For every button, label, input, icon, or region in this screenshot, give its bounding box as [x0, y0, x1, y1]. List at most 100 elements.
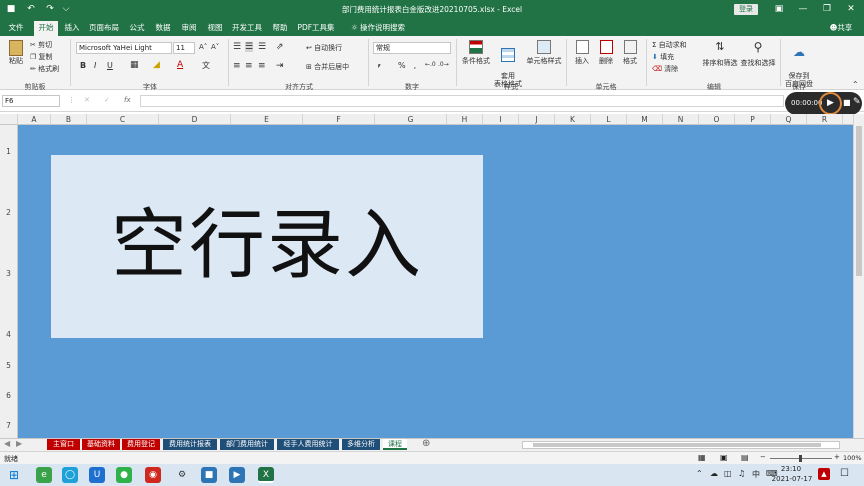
network-icon[interactable]: ◫: [724, 469, 732, 478]
cancel-icon[interactable]: ✕: [84, 96, 90, 104]
ime-indicator[interactable]: 中: [752, 469, 760, 480]
hscroll-thumb[interactable]: [533, 443, 821, 447]
tab-help[interactable]: 帮助: [268, 21, 292, 36]
play-icon[interactable]: ▶: [819, 92, 842, 115]
orientation-icon[interactable]: ⇗: [276, 42, 284, 52]
scroll-thumb[interactable]: [856, 126, 862, 276]
close-button[interactable]: ✕: [838, 0, 864, 19]
select-all-corner[interactable]: [0, 114, 18, 125]
pen-icon[interactable]: ✎: [853, 97, 861, 107]
row-header[interactable]: 7: [0, 421, 17, 430]
underline-button[interactable]: U: [107, 61, 113, 70]
volume-icon[interactable]: ♫: [738, 469, 745, 478]
name-box[interactable]: F6: [2, 95, 60, 107]
increase-decimal-icon[interactable]: ←.0: [425, 61, 436, 68]
column-header[interactable]: R: [807, 114, 843, 125]
tab-insert[interactable]: 插入: [60, 21, 84, 36]
tab-review[interactable]: 审阅: [177, 21, 201, 36]
insert-cells-button[interactable]: 插入: [572, 40, 592, 66]
row-header[interactable]: 2: [0, 208, 17, 217]
row-header[interactable]: 4: [0, 330, 17, 339]
page-break-view-icon[interactable]: ▤: [741, 453, 749, 462]
font-name-select[interactable]: Microsoft YaHei Light: [76, 42, 172, 54]
wechat-icon[interactable]: ●: [116, 467, 132, 483]
formula-input[interactable]: [140, 95, 784, 107]
clear-button[interactable]: ⌫ 清除: [652, 64, 678, 74]
align-middle-icon[interactable]: ☰: [245, 42, 254, 52]
bold-button[interactable]: B: [80, 61, 86, 70]
ribbon-display-icon[interactable]: ▣: [766, 0, 792, 19]
clock-time[interactable]: 23:10: [776, 465, 806, 473]
tab-data[interactable]: 数据: [151, 21, 175, 36]
column-header[interactable]: F: [303, 114, 375, 125]
login-button[interactable]: 登录: [734, 4, 758, 15]
minimize-button[interactable]: —: [790, 0, 816, 19]
search-box[interactable]: ☼ 操作说明搜索: [348, 21, 408, 36]
notification-app-icon[interactable]: ▲: [818, 468, 830, 480]
collapse-ribbon-icon[interactable]: ⌃: [852, 80, 859, 89]
tab-file[interactable]: 文件: [4, 21, 28, 36]
tab-developer[interactable]: 开发工具: [229, 21, 265, 36]
column-header[interactable]: N: [663, 114, 699, 125]
zoom-in-button[interactable]: +: [834, 453, 840, 461]
tab-home[interactable]: 开始: [34, 21, 58, 36]
align-right-icon[interactable]: ≡: [258, 61, 266, 71]
merge-center-button[interactable]: ⊞ 合并后居中: [306, 62, 349, 72]
sheet-tab-course[interactable]: 课程: [383, 439, 407, 450]
column-header[interactable]: J: [519, 114, 555, 125]
row-header[interactable]: 3: [0, 269, 17, 278]
zoom-thumb[interactable]: [799, 455, 802, 462]
normal-view-icon[interactable]: ▦: [698, 453, 706, 462]
tray-chevron-icon[interactable]: ⌃: [696, 469, 703, 478]
browser-icon[interactable]: ◯: [62, 467, 78, 483]
next-sheet-icon[interactable]: ▶: [16, 439, 22, 448]
prev-sheet-icon[interactable]: ◀: [4, 439, 10, 448]
conditional-format-button[interactable]: 条件格式: [461, 40, 491, 66]
sheet-tab-report[interactable]: 费用统计报表: [163, 439, 217, 450]
tab-pdf-tools[interactable]: PDF工具集: [294, 21, 338, 36]
font-size-select[interactable]: 11: [173, 42, 195, 54]
edge-icon[interactable]: e: [36, 467, 52, 483]
zoom-out-button[interactable]: −: [760, 453, 766, 461]
align-center-icon[interactable]: ≡: [245, 61, 253, 71]
maximize-button[interactable]: ❐: [814, 0, 840, 19]
sheet-tab-register[interactable]: 费用登记: [122, 439, 160, 450]
phonetic-icon[interactable]: 文: [202, 60, 210, 71]
copy-button[interactable]: ❐ 复制: [30, 52, 53, 62]
clock-date[interactable]: 2021-07-17: [770, 475, 814, 483]
sheet-tab-main[interactable]: 主窗口: [47, 439, 80, 450]
currency-icon[interactable]: ⎖: [376, 61, 382, 71]
sheet-tab-basic[interactable]: 基础资料: [82, 439, 120, 450]
cloud-tray-icon[interactable]: ☁: [710, 469, 718, 478]
column-header[interactable]: G: [375, 114, 447, 125]
row-header[interactable]: 6: [0, 391, 17, 400]
app-u-icon[interactable]: U: [89, 467, 105, 483]
format-cells-button[interactable]: 格式: [620, 40, 640, 66]
horizontal-scrollbar[interactable]: [522, 441, 840, 449]
tab-formulas[interactable]: 公式: [125, 21, 149, 36]
share-button[interactable]: ☻共享: [826, 21, 856, 36]
sort-filter-button[interactable]: ⇅ 排序和筛选: [702, 40, 738, 68]
tab-page-layout[interactable]: 页面布局: [86, 21, 122, 36]
column-header[interactable]: M: [627, 114, 663, 125]
align-left-icon[interactable]: ≡: [233, 61, 241, 71]
sheet-tab-handler[interactable]: 经手人费用统计: [277, 439, 339, 450]
column-header[interactable]: C: [87, 114, 159, 125]
delete-cells-button[interactable]: 删除: [596, 40, 616, 66]
paste-button[interactable]: 粘贴: [6, 40, 26, 66]
column-header[interactable]: H: [447, 114, 483, 125]
italic-button[interactable]: I: [94, 61, 96, 70]
grow-font-button[interactable]: A˄: [199, 43, 207, 51]
netease-icon[interactable]: ◉: [145, 467, 161, 483]
comma-button[interactable]: ,: [412, 61, 418, 70]
cell-styles-button[interactable]: 单元格样式: [526, 40, 562, 66]
column-header[interactable]: Q: [771, 114, 807, 125]
indent-icon[interactable]: ⇥: [276, 61, 284, 71]
sheet-tab-dept[interactable]: 部门费用统计: [220, 439, 274, 450]
decrease-decimal-icon[interactable]: .0→: [438, 61, 449, 68]
confirm-icon[interactable]: ✓: [104, 96, 110, 104]
video-icon[interactable]: ▶: [229, 467, 245, 483]
align-top-icon[interactable]: ☰: [233, 42, 241, 52]
shrink-font-button[interactable]: A˅: [211, 43, 219, 51]
font-color-icon[interactable]: A: [177, 60, 183, 70]
